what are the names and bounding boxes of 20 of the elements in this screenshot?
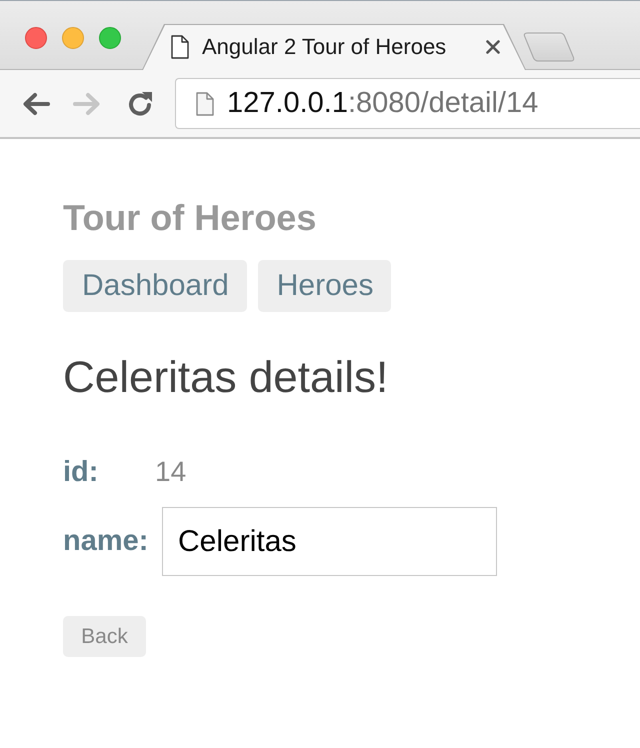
window-minimize-icon[interactable] (62, 27, 84, 49)
tab-title: Angular 2 Tour of Heroes (202, 34, 448, 60)
detail-heading: Celeritas details! (63, 353, 388, 403)
field-value: 14 (155, 456, 186, 488)
field-label: name: (63, 525, 150, 558)
nav-button[interactable]: Dashboard (63, 260, 247, 312)
document-icon (171, 35, 189, 59)
window-close-icon[interactable] (25, 27, 47, 49)
close-icon[interactable] (486, 40, 500, 54)
nav-button[interactable]: Heroes (258, 260, 392, 312)
document-icon (196, 92, 214, 116)
back-arrow-icon[interactable] (22, 92, 50, 116)
url-text: 127.0.0.1:8080/detail/14 (227, 87, 538, 120)
reload-icon[interactable] (126, 90, 154, 118)
address-bar[interactable]: 127.0.0.1:8080/detail/14 (175, 78, 640, 129)
field-label: id: (63, 456, 100, 488)
app-title: Tour of Heroes (63, 197, 316, 239)
new-tab-button[interactable] (523, 32, 575, 62)
text-input[interactable]: Celeritas (162, 507, 497, 576)
window-maximize-icon[interactable] (99, 27, 121, 49)
